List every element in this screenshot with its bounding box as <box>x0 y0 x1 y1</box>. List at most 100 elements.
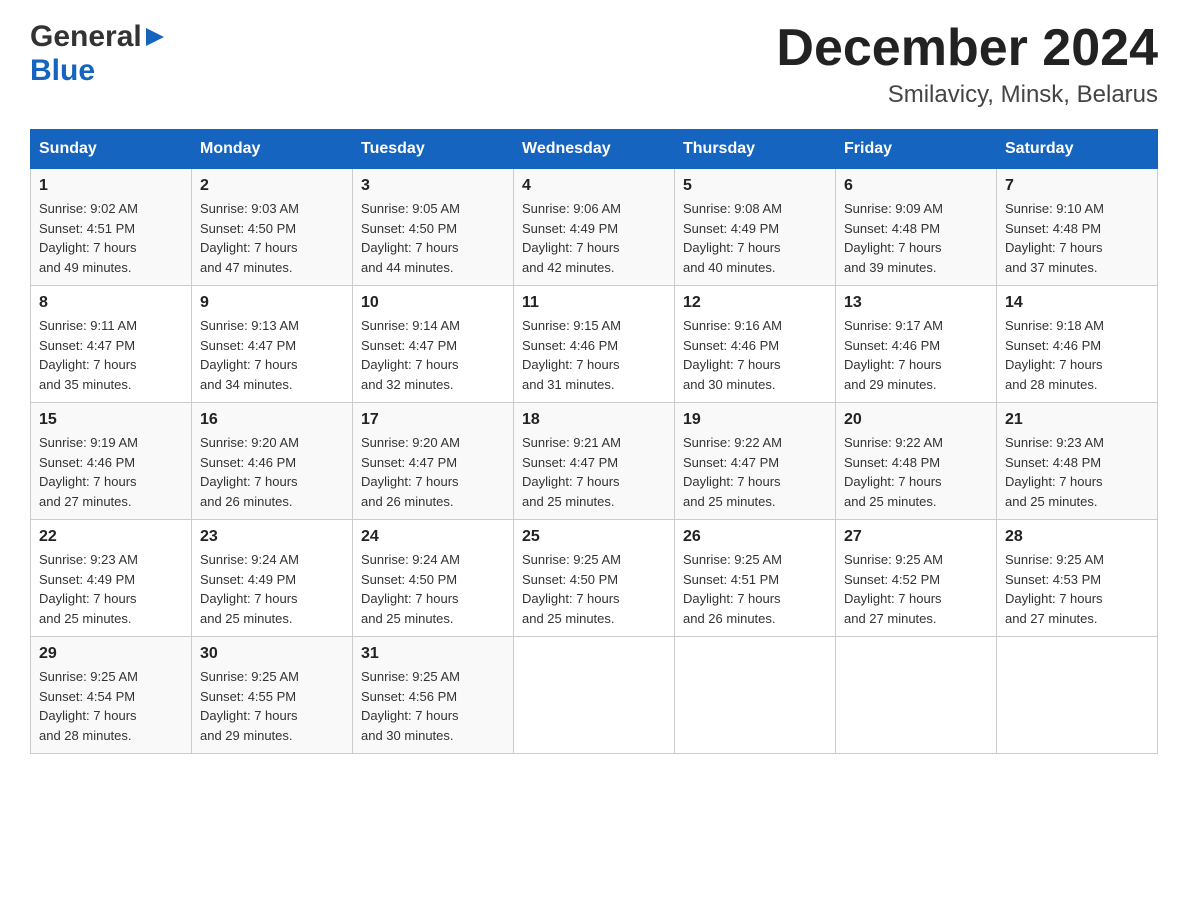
logo-blue-text: Blue <box>30 54 95 87</box>
day-number: 14 <box>1005 294 1149 312</box>
day-info: Sunrise: 9:18 AM Sunset: 4:46 PM Dayligh… <box>1005 316 1149 394</box>
calendar-week-row: 1 Sunrise: 9:02 AM Sunset: 4:51 PM Dayli… <box>31 169 1158 286</box>
logo-arrow-icon <box>144 26 166 48</box>
table-row: 17 Sunrise: 9:20 AM Sunset: 4:47 PM Dayl… <box>353 403 514 520</box>
table-row: 2 Sunrise: 9:03 AM Sunset: 4:50 PM Dayli… <box>192 169 353 286</box>
table-row <box>675 637 836 754</box>
day-info: Sunrise: 9:11 AM Sunset: 4:47 PM Dayligh… <box>39 316 183 394</box>
day-number: 11 <box>522 294 666 312</box>
title-area: December 2024 Smilavicy, Minsk, Belarus <box>776 20 1158 109</box>
day-number: 6 <box>844 177 988 195</box>
day-info: Sunrise: 9:15 AM Sunset: 4:46 PM Dayligh… <box>522 316 666 394</box>
table-row: 3 Sunrise: 9:05 AM Sunset: 4:50 PM Dayli… <box>353 169 514 286</box>
day-number: 15 <box>39 411 183 429</box>
col-monday: Monday <box>192 130 353 169</box>
day-info: Sunrise: 9:09 AM Sunset: 4:48 PM Dayligh… <box>844 199 988 277</box>
day-number: 3 <box>361 177 505 195</box>
location-subtitle: Smilavicy, Minsk, Belarus <box>776 81 1158 109</box>
day-info: Sunrise: 9:22 AM Sunset: 4:47 PM Dayligh… <box>683 433 827 511</box>
calendar-week-row: 22 Sunrise: 9:23 AM Sunset: 4:49 PM Dayl… <box>31 520 1158 637</box>
day-number: 25 <box>522 528 666 546</box>
table-row <box>997 637 1158 754</box>
table-row: 31 Sunrise: 9:25 AM Sunset: 4:56 PM Dayl… <box>353 637 514 754</box>
day-info: Sunrise: 9:06 AM Sunset: 4:49 PM Dayligh… <box>522 199 666 277</box>
day-info: Sunrise: 9:25 AM Sunset: 4:56 PM Dayligh… <box>361 667 505 745</box>
table-row: 20 Sunrise: 9:22 AM Sunset: 4:48 PM Dayl… <box>836 403 997 520</box>
table-row: 21 Sunrise: 9:23 AM Sunset: 4:48 PM Dayl… <box>997 403 1158 520</box>
day-number: 4 <box>522 177 666 195</box>
col-saturday: Saturday <box>997 130 1158 169</box>
day-info: Sunrise: 9:22 AM Sunset: 4:48 PM Dayligh… <box>844 433 988 511</box>
day-info: Sunrise: 9:25 AM Sunset: 4:53 PM Dayligh… <box>1005 550 1149 628</box>
day-number: 7 <box>1005 177 1149 195</box>
day-info: Sunrise: 9:19 AM Sunset: 4:46 PM Dayligh… <box>39 433 183 511</box>
day-number: 20 <box>844 411 988 429</box>
table-row: 15 Sunrise: 9:19 AM Sunset: 4:46 PM Dayl… <box>31 403 192 520</box>
day-number: 26 <box>683 528 827 546</box>
day-number: 31 <box>361 645 505 663</box>
table-row: 13 Sunrise: 9:17 AM Sunset: 4:46 PM Dayl… <box>836 286 997 403</box>
day-number: 8 <box>39 294 183 312</box>
table-row: 18 Sunrise: 9:21 AM Sunset: 4:47 PM Dayl… <box>514 403 675 520</box>
table-row: 29 Sunrise: 9:25 AM Sunset: 4:54 PM Dayl… <box>31 637 192 754</box>
table-row: 6 Sunrise: 9:09 AM Sunset: 4:48 PM Dayli… <box>836 169 997 286</box>
col-friday: Friday <box>836 130 997 169</box>
table-row: 12 Sunrise: 9:16 AM Sunset: 4:46 PM Dayl… <box>675 286 836 403</box>
day-info: Sunrise: 9:20 AM Sunset: 4:46 PM Dayligh… <box>200 433 344 511</box>
day-info: Sunrise: 9:20 AM Sunset: 4:47 PM Dayligh… <box>361 433 505 511</box>
table-row <box>836 637 997 754</box>
day-number: 5 <box>683 177 827 195</box>
day-info: Sunrise: 9:25 AM Sunset: 4:50 PM Dayligh… <box>522 550 666 628</box>
table-row <box>514 637 675 754</box>
table-row: 8 Sunrise: 9:11 AM Sunset: 4:47 PM Dayli… <box>31 286 192 403</box>
day-number: 23 <box>200 528 344 546</box>
day-info: Sunrise: 9:21 AM Sunset: 4:47 PM Dayligh… <box>522 433 666 511</box>
day-number: 30 <box>200 645 344 663</box>
table-row: 27 Sunrise: 9:25 AM Sunset: 4:52 PM Dayl… <box>836 520 997 637</box>
table-row: 24 Sunrise: 9:24 AM Sunset: 4:50 PM Dayl… <box>353 520 514 637</box>
table-row: 9 Sunrise: 9:13 AM Sunset: 4:47 PM Dayli… <box>192 286 353 403</box>
day-number: 24 <box>361 528 505 546</box>
col-wednesday: Wednesday <box>514 130 675 169</box>
calendar-week-row: 15 Sunrise: 9:19 AM Sunset: 4:46 PM Dayl… <box>31 403 1158 520</box>
calendar-week-row: 8 Sunrise: 9:11 AM Sunset: 4:47 PM Dayli… <box>31 286 1158 403</box>
day-number: 28 <box>1005 528 1149 546</box>
calendar-week-row: 29 Sunrise: 9:25 AM Sunset: 4:54 PM Dayl… <box>31 637 1158 754</box>
table-row: 19 Sunrise: 9:22 AM Sunset: 4:47 PM Dayl… <box>675 403 836 520</box>
day-info: Sunrise: 9:02 AM Sunset: 4:51 PM Dayligh… <box>39 199 183 277</box>
day-number: 22 <box>39 528 183 546</box>
day-number: 13 <box>844 294 988 312</box>
day-number: 18 <box>522 411 666 429</box>
day-number: 27 <box>844 528 988 546</box>
table-row: 5 Sunrise: 9:08 AM Sunset: 4:49 PM Dayli… <box>675 169 836 286</box>
calendar-table: Sunday Monday Tuesday Wednesday Thursday… <box>30 129 1158 754</box>
day-number: 21 <box>1005 411 1149 429</box>
day-info: Sunrise: 9:03 AM Sunset: 4:50 PM Dayligh… <box>200 199 344 277</box>
day-number: 12 <box>683 294 827 312</box>
day-info: Sunrise: 9:23 AM Sunset: 4:48 PM Dayligh… <box>1005 433 1149 511</box>
col-sunday: Sunday <box>31 130 192 169</box>
table-row: 11 Sunrise: 9:15 AM Sunset: 4:46 PM Dayl… <box>514 286 675 403</box>
col-thursday: Thursday <box>675 130 836 169</box>
table-row: 25 Sunrise: 9:25 AM Sunset: 4:50 PM Dayl… <box>514 520 675 637</box>
table-row: 14 Sunrise: 9:18 AM Sunset: 4:46 PM Dayl… <box>997 286 1158 403</box>
day-number: 29 <box>39 645 183 663</box>
day-number: 19 <box>683 411 827 429</box>
day-number: 16 <box>200 411 344 429</box>
table-row: 10 Sunrise: 9:14 AM Sunset: 4:47 PM Dayl… <box>353 286 514 403</box>
day-info: Sunrise: 9:14 AM Sunset: 4:47 PM Dayligh… <box>361 316 505 394</box>
logo: General Blue <box>30 20 166 88</box>
day-info: Sunrise: 9:17 AM Sunset: 4:46 PM Dayligh… <box>844 316 988 394</box>
day-info: Sunrise: 9:05 AM Sunset: 4:50 PM Dayligh… <box>361 199 505 277</box>
day-info: Sunrise: 9:25 AM Sunset: 4:54 PM Dayligh… <box>39 667 183 745</box>
day-info: Sunrise: 9:10 AM Sunset: 4:48 PM Dayligh… <box>1005 199 1149 277</box>
day-number: 9 <box>200 294 344 312</box>
table-row: 7 Sunrise: 9:10 AM Sunset: 4:48 PM Dayli… <box>997 169 1158 286</box>
table-row: 26 Sunrise: 9:25 AM Sunset: 4:51 PM Dayl… <box>675 520 836 637</box>
day-info: Sunrise: 9:24 AM Sunset: 4:50 PM Dayligh… <box>361 550 505 628</box>
day-info: Sunrise: 9:25 AM Sunset: 4:51 PM Dayligh… <box>683 550 827 628</box>
day-info: Sunrise: 9:25 AM Sunset: 4:52 PM Dayligh… <box>844 550 988 628</box>
day-info: Sunrise: 9:25 AM Sunset: 4:55 PM Dayligh… <box>200 667 344 745</box>
table-row: 23 Sunrise: 9:24 AM Sunset: 4:49 PM Dayl… <box>192 520 353 637</box>
logo-general-text: General <box>30 20 142 54</box>
